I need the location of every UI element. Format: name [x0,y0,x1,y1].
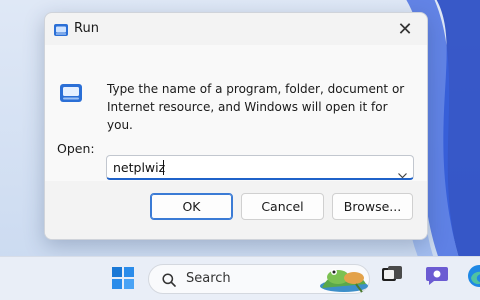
chevron-down-icon[interactable] [398,164,407,179]
run-icon [59,82,83,104]
search-icon [162,272,176,287]
search-label: Search [186,271,231,286]
button-bar: OK Cancel Browse... [45,181,427,239]
edge-icon[interactable] [467,264,480,288]
run-dialog: Run ✕ Type the name of a program, folder… [44,12,428,240]
text-caret [163,160,164,175]
open-label: Open: [57,141,95,156]
taskbar: Search [0,256,480,300]
close-icon: ✕ [397,18,413,40]
close-button[interactable]: ✕ [383,13,427,45]
open-combobox[interactable]: netplwiz [106,155,414,180]
dialog-title: Run [74,21,99,36]
browse-button[interactable]: Browse... [332,193,413,220]
open-input[interactable]: netplwiz [113,160,165,175]
chat-icon[interactable] [425,264,449,286]
dialog-message: Type the name of a program, folder, docu… [107,82,405,132]
frog-illustration [318,264,370,294]
run-app-icon [53,22,69,36]
ok-button[interactable]: OK [150,193,233,220]
dialog-content: Type the name of a program, folder, docu… [45,45,427,181]
windows-start-icon[interactable] [112,267,134,289]
title-bar: Run ✕ [45,13,427,45]
cancel-button[interactable]: Cancel [241,193,324,220]
task-view-icon[interactable] [381,265,403,285]
